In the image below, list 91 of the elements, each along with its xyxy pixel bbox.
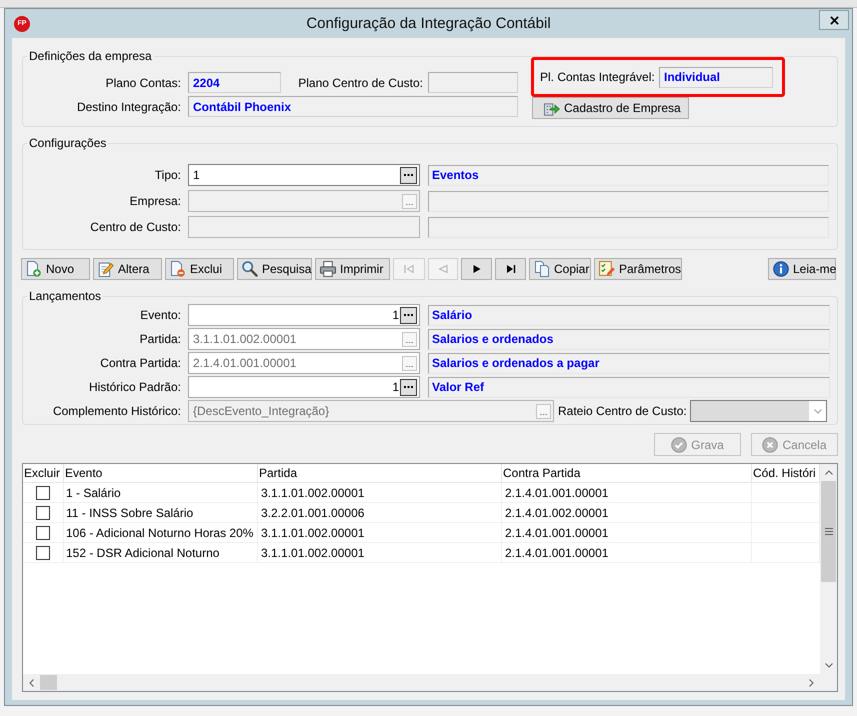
readonly-field: Individual <box>659 66 773 88</box>
page-minus-icon <box>170 261 186 277</box>
close-button[interactable] <box>819 10 849 30</box>
input-field[interactable]: 1 <box>188 304 420 326</box>
input-field[interactable]: 1 <box>188 164 420 186</box>
input-field[interactable]: 3.1.1.01.002.00001 <box>188 328 420 350</box>
column-header[interactable]: Partida <box>258 464 502 482</box>
help-button[interactable]: Leia-me <box>768 258 836 280</box>
info-icon <box>773 261 789 277</box>
chevron-down-icon <box>814 408 822 414</box>
toolbar-button[interactable]: Novo <box>21 258 90 280</box>
field-label: Partida: <box>138 332 181 346</box>
input-field[interactable]: 1 <box>188 376 420 398</box>
field-label: Contra Partida: <box>99 356 181 370</box>
window-title: Configuração da Integração Contábil <box>305 14 552 32</box>
toolbar-button[interactable]: Pesquisa <box>237 258 312 280</box>
readonly-field: Contábil Phoenix <box>188 96 518 117</box>
printer-icon <box>320 261 336 277</box>
description-field: Salarios e ordenados a pagar <box>428 352 830 374</box>
navigation-button[interactable] <box>495 258 526 280</box>
chevron-down-icon[interactable] <box>824 663 832 668</box>
description-field: Salário <box>428 304 830 326</box>
group-title: Lançamentos <box>28 289 102 303</box>
horizontal-scrollbar[interactable] <box>23 674 820 691</box>
toolbar-button[interactable]: Copiar <box>529 258 591 280</box>
toolbar-button[interactable]: Exclui <box>165 258 234 280</box>
column-header[interactable]: Evento <box>64 464 258 482</box>
scrollbar-thumb[interactable] <box>40 675 57 690</box>
company-register-button[interactable]: Cadastro de Empresa <box>532 97 689 119</box>
table-cell: 3.2.2.01.001.00006 <box>258 503 502 522</box>
table-cell: 11 - INSS Sobre Salário <box>64 503 258 522</box>
field-label: Complemento Histórico: <box>52 404 181 418</box>
table-cell: 2.1.4.01.002.00001 <box>502 503 752 522</box>
chevron-left-icon[interactable] <box>29 678 34 686</box>
field-label: Tipo: <box>154 168 181 182</box>
toolbar-button[interactable]: Altera <box>93 258 162 280</box>
table-cell: 2.1.4.01.001.00001 <box>502 543 752 562</box>
table-cell: 3.1.1.01.002.00001 <box>258 523 502 542</box>
lookup-button[interactable] <box>400 306 417 324</box>
toolbar-button[interactable]: Parâmetros <box>594 258 682 280</box>
description-field: Valor Ref <box>428 376 830 398</box>
input-field[interactable]: 2.1.4.01.001.00001 <box>188 352 420 374</box>
checkbox[interactable] <box>36 486 50 500</box>
column-header[interactable]: Excluir <box>23 464 64 482</box>
search-icon <box>242 261 258 277</box>
chevron-up-icon[interactable] <box>824 470 832 475</box>
table-cell: 3.1.1.01.002.00001 <box>258 543 502 562</box>
field-label: Pl. Contas Integrável: <box>540 70 656 84</box>
checklist-pencil-icon <box>599 261 615 277</box>
checkbox[interactable] <box>36 506 50 520</box>
column-header[interactable]: Contra Partida <box>502 464 752 482</box>
skip-last-icon <box>506 264 516 274</box>
table-cell: 1 - Salário <box>64 483 258 502</box>
grip-icon <box>824 528 832 535</box>
toolbar-button[interactable]: Imprimir <box>315 258 390 280</box>
field-label: Histórico Padrão: <box>88 380 181 394</box>
description-field: Salarios e ordenados <box>428 328 830 350</box>
x-circle-icon <box>762 436 778 452</box>
triangle-right-icon <box>472 264 482 274</box>
table-cell: 2.1.4.01.001.00001 <box>502 523 752 542</box>
table-cell: 3.1.1.01.002.00001 <box>258 483 502 502</box>
field-label: Rateio Centro de Custo: <box>558 404 687 418</box>
check-circle-icon <box>671 436 688 452</box>
page-plus-icon <box>26 261 42 277</box>
field-label: Empresa: <box>128 194 181 208</box>
field-label: Plano Centro de Custo: <box>297 76 423 90</box>
input-field[interactable]: {DescEvento_Integração} <box>188 400 554 422</box>
group-title: Configurações <box>28 136 108 150</box>
triangle-left-icon <box>438 264 448 274</box>
table-cell: 152 - DSR Adicional Noturno <box>64 543 258 562</box>
table-cell: 106 - Adicional Noturno Horas 20% <box>64 523 258 542</box>
field-label: Destino Integração: <box>76 100 181 114</box>
scrollbar-thumb[interactable] <box>821 481 836 582</box>
close-icon <box>830 16 838 24</box>
field-label: Evento: <box>139 308 181 322</box>
checkbox[interactable] <box>36 526 50 540</box>
skip-first-icon <box>404 264 414 274</box>
readonly-field: 2204 <box>188 72 281 93</box>
field-label: Centro de Custo: <box>89 220 181 234</box>
lookup-button[interactable] <box>400 378 417 396</box>
chevron-right-icon[interactable] <box>809 678 814 686</box>
navigation-button[interactable] <box>461 258 492 280</box>
group-title: Definições da empresa <box>28 49 153 63</box>
table-cell: 2.1.4.01.001.00001 <box>502 483 752 502</box>
pencil-note-icon <box>98 261 114 277</box>
vertical-scrollbar[interactable] <box>820 464 837 674</box>
description-field: Eventos <box>428 164 829 186</box>
checkbox[interactable] <box>36 546 50 560</box>
copy-icon <box>534 261 550 277</box>
field-label: Plano Contas: <box>104 76 181 90</box>
lookup-button[interactable] <box>400 166 417 184</box>
